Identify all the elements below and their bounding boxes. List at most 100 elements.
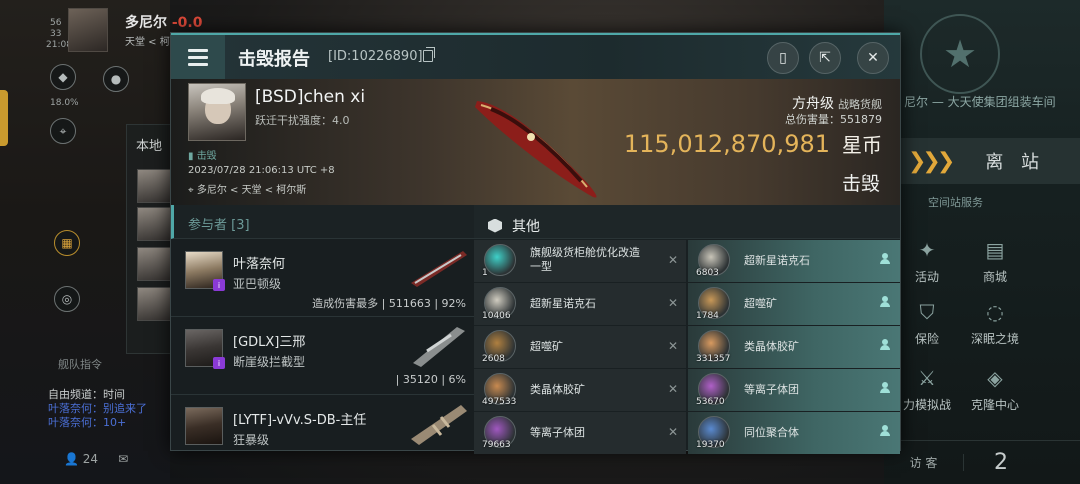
destroyed-x-icon: ✕ (667, 253, 678, 267)
crossed-swords-icon: ⚔ (918, 366, 936, 390)
kill-time: 2023/07/28 21:06:13 UTC +8 (188, 165, 335, 176)
service-simulation[interactable]: ⚔ 力模拟战 (892, 366, 962, 413)
undock-button[interactable]: ❯❯❯ 离 站 (900, 138, 1080, 184)
loot-item[interactable]: 19370 同位聚合体 (688, 412, 900, 454)
security-status: -0.0 (171, 15, 203, 31)
visitor-bar[interactable]: 访 客 2 (884, 440, 1080, 484)
service-shop[interactable]: ▤ 商城 (960, 238, 1030, 285)
service-label: 保险 (914, 332, 939, 346)
destroyed-x-icon: ✕ (667, 425, 678, 439)
local-chat-panel[interactable]: 本地 (126, 124, 176, 354)
loss-value: 115,012,870,981 (623, 130, 830, 158)
item-name: 类晶体胶矿 (744, 340, 799, 353)
item-quantity: 19370 (696, 440, 725, 450)
service-clone[interactable]: ◈ 克隆中心 (960, 366, 1030, 413)
cube-icon (488, 218, 502, 233)
local-label: 本地 (136, 139, 163, 154)
dropped-person-icon (880, 296, 890, 308)
map-pin-icon[interactable]: ⌖ (50, 118, 76, 144)
participant-row[interactable]: i 叶落奈何 亚巴顿级 造成伤害最多 | 511663 | 92% (171, 239, 474, 317)
service-label: 活动 (914, 270, 939, 284)
cube-icon[interactable]: ◆ (50, 64, 76, 90)
mail-icon[interactable]: ✉ (118, 452, 128, 466)
dropped-person-icon (880, 339, 890, 351)
participant-row[interactable]: i [GDLX]三邢 断崖级拦截型 | 35120 | 6% (171, 317, 474, 395)
close-button[interactable]: ✕ (857, 42, 889, 74)
item-quantity: 1 (482, 268, 488, 278)
participant-name: [GDLX]三邢 (233, 335, 306, 350)
service-label: 深眠之境 (970, 332, 1019, 346)
item-name: 类晶体胶矿 (530, 383, 585, 396)
victim-portrait[interactable] (188, 83, 246, 141)
ship-type: 战略货舰 (838, 98, 882, 111)
loot-item[interactable]: 1 旗舰级货柜舱优化改造 一型 ✕ (474, 240, 686, 282)
menu-icon-bar (188, 48, 208, 52)
share-button[interactable]: ⇱ (809, 42, 841, 74)
participant-ship-image (413, 327, 465, 367)
loot-item[interactable]: 79663 等离子体团 ✕ (474, 412, 686, 454)
local-member-portrait[interactable] (137, 247, 171, 281)
loot-item[interactable]: 497533 类晶体胶矿 ✕ (474, 369, 686, 411)
service-insurance[interactable]: ⛉ 保险 (892, 300, 962, 347)
visitor-count: 2 (994, 450, 1008, 475)
undock-label: 离 站 (985, 152, 1046, 173)
victim-name[interactable]: [BSD]chen xi (255, 87, 365, 107)
item-name: 超新星诺克石 (744, 254, 810, 267)
participant-name: [LYTF]-vVv.S-DB-主任 (233, 413, 367, 428)
loot-item[interactable]: 2608 超噬矿 ✕ (474, 326, 686, 368)
kill-location[interactable]: ⌖ 多尼尔 < 天堂 < 柯尔斯 (188, 181, 306, 196)
player-name-line: 多尼尔 -0.0 (125, 12, 203, 32)
victim-banner: [BSD]chen xi 跃迁干扰强度：4.0 ▮ 击毁 2023/07/28 … (171, 79, 900, 205)
menu-button[interactable] (171, 35, 225, 79)
target-icon[interactable]: ◎ (54, 286, 80, 312)
loot-item[interactable]: 1784 超噬矿 (688, 283, 900, 325)
destroyed-tag: ▮ 击毁 (188, 151, 217, 162)
hud-stat-2: 33 (50, 29, 62, 39)
visitor-label: 访 客 (884, 454, 964, 471)
info-badge-icon: i (213, 357, 225, 369)
members-count-wrap[interactable]: 👤 24 (64, 452, 98, 466)
document-button[interactable]: ▯ (767, 42, 799, 74)
destroyed-x-icon: ✕ (667, 382, 678, 396)
members-count: 24 (82, 452, 99, 466)
participant-ship-image (411, 405, 467, 445)
ship-class: 方舟级 (792, 96, 834, 112)
structure-icon[interactable]: ▦ (54, 230, 80, 256)
fleet-command-label[interactable]: 舰队指令 (58, 356, 102, 372)
item-quantity: 53670 (696, 397, 725, 407)
loot-item[interactable]: 10406 超新星诺克石 ✕ (474, 283, 686, 325)
local-member-portrait[interactable] (137, 169, 171, 203)
player-avatar[interactable] (68, 8, 108, 52)
item-quantity: 79663 (482, 440, 511, 450)
victim-ship-image (475, 101, 597, 198)
service-events[interactable]: ✦ 活动 (892, 238, 962, 285)
hud-stat-1: 56 (50, 18, 62, 28)
item-name: 超噬矿 (744, 297, 777, 310)
participants-header[interactable]: 参与者 [3] (171, 205, 474, 239)
loot-item[interactable]: 53670 等离子体团 (688, 369, 900, 411)
dropped-person-icon (880, 253, 890, 265)
person-icon[interactable]: ● (103, 66, 129, 92)
item-quantity: 497533 (482, 397, 517, 407)
participant-ship: 断崖级拦截型 (233, 355, 306, 369)
local-member-portrait[interactable] (137, 207, 171, 241)
item-quantity: 1784 (696, 311, 719, 321)
item-quantity: 2608 (482, 354, 505, 364)
local-member-portrait[interactable] (137, 287, 171, 321)
item-name: 等离子体团 (744, 383, 799, 396)
loot-item[interactable]: 6803 超新星诺克石 (688, 240, 900, 282)
destroyed-x-icon: ✕ (667, 296, 678, 310)
destroyed-x-icon: ✕ (667, 339, 678, 353)
menu-icon-bar (188, 62, 208, 66)
service-deep-sleep[interactable]: ◌ 深眠之境 (960, 300, 1030, 347)
side-tab-handle[interactable] (0, 90, 8, 146)
copy-icon[interactable] (423, 47, 435, 62)
participant-row[interactable]: [LYTF]-vVv.S-DB-主任 狂暴级 (171, 395, 474, 473)
loot-item[interactable]: 331357 类晶体胶矿 (688, 326, 900, 368)
service-label: 商城 (982, 270, 1007, 284)
items-grid: 1 旗舰级货柜舱优化改造 一型 ✕ 6803 超新星诺克石 10406 超新星诺克石 ✕ 178… (474, 239, 900, 454)
kill-report-dialog: 击毁报告 [ID:10226890] ▯ ⇱ ✕ [BSD]chen xi 跃迁… (170, 32, 901, 454)
ring-icon: ◌ (986, 300, 1004, 324)
item-name: 超噬矿 (530, 340, 563, 353)
participant-ship: 狂暴级 (233, 433, 270, 447)
